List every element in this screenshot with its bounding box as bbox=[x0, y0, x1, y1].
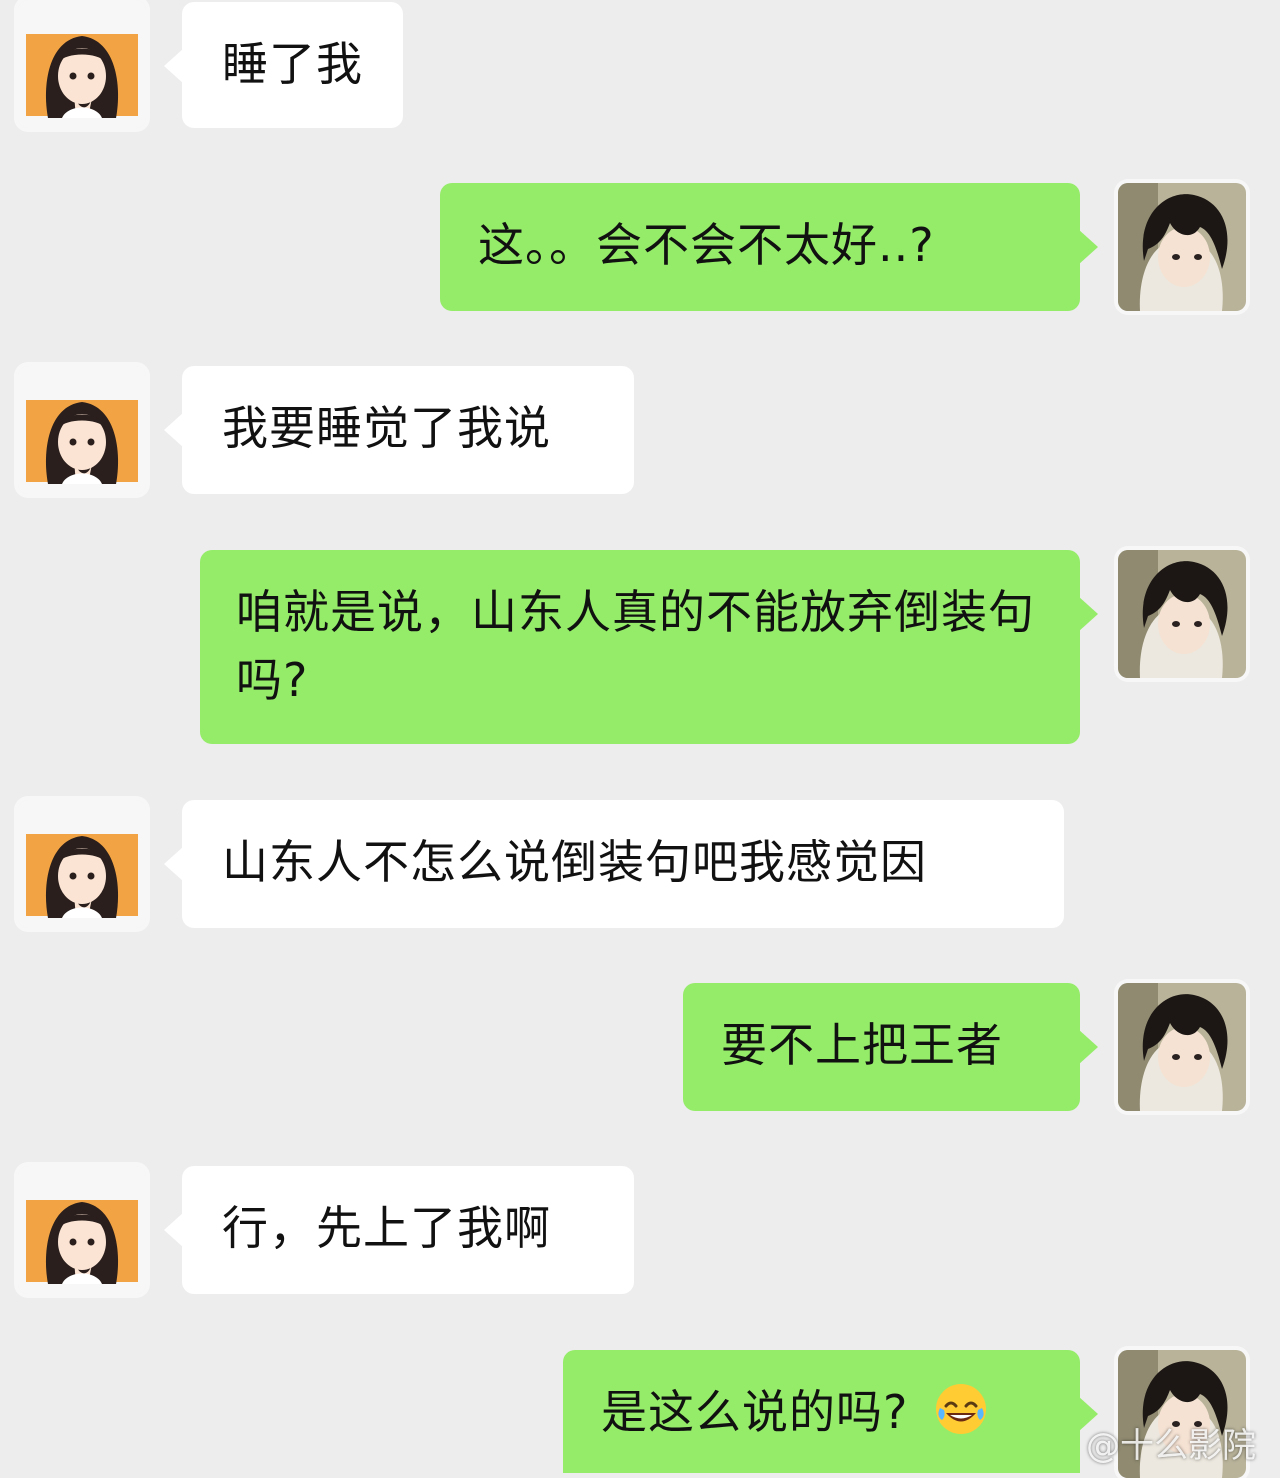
message-bubble-outgoing[interactable]: 这。。会不会不太好..? bbox=[440, 183, 1098, 311]
message-bubble-outgoing[interactable]: 咱就是说，山东人真的不能放弃倒装句吗? bbox=[200, 550, 1098, 744]
message-text: 我要睡觉了我说 bbox=[222, 401, 551, 455]
message-bubble-incoming[interactable]: 睡了我 bbox=[164, 2, 403, 128]
message-bubble-incoming[interactable]: 我要睡觉了我说 bbox=[164, 366, 634, 494]
chat-window: 睡了我 这。。会不会不太好..? 我要睡觉了我说 咱就是说，山东人真的不能放弃倒… bbox=[0, 0, 1280, 1478]
message-text: 睡了我 bbox=[222, 37, 363, 91]
message-bubble-incoming[interactable]: 行，先上了我啊 bbox=[164, 1166, 634, 1294]
bubble-tail bbox=[164, 48, 184, 84]
bubble-tail bbox=[164, 1212, 184, 1248]
message-text: 这。。会不会不太好..? bbox=[478, 218, 935, 272]
boy-avatar-icon[interactable] bbox=[1118, 550, 1246, 678]
message-bubble-incoming[interactable]: 山东人不怎么说倒装句吧我感觉因 bbox=[164, 800, 1064, 928]
bubble-tail bbox=[1078, 229, 1098, 265]
watermark-text: @十么影院 bbox=[1086, 1426, 1256, 1466]
girl-avatar-icon[interactable] bbox=[18, 0, 146, 128]
bubble-tail bbox=[164, 412, 184, 448]
boy-avatar-icon[interactable] bbox=[1118, 183, 1246, 311]
message-text: 山东人不怎么说倒装句吧我感觉因 bbox=[222, 835, 927, 889]
message-text: 咱就是说，山东人真的不能放弃倒装句吗? bbox=[236, 585, 1035, 707]
message-text: 是这么说的吗? bbox=[601, 1385, 909, 1439]
bubble-tail bbox=[164, 846, 184, 882]
bubble-tail bbox=[1078, 596, 1098, 632]
laughing-crying-emoji-icon bbox=[934, 1382, 988, 1436]
girl-avatar-icon[interactable] bbox=[18, 800, 146, 928]
message-bubble-outgoing[interactable]: 是这么说的吗? bbox=[563, 1350, 1098, 1473]
message-text: 行，先上了我啊 bbox=[222, 1201, 551, 1255]
message-text: 要不上把王者 bbox=[721, 1018, 1003, 1072]
girl-avatar-icon[interactable] bbox=[18, 366, 146, 494]
bubble-tail bbox=[1078, 1029, 1098, 1065]
boy-avatar-icon[interactable] bbox=[1118, 983, 1246, 1111]
girl-avatar-icon[interactable] bbox=[18, 1166, 146, 1294]
message-bubble-outgoing[interactable]: 要不上把王者 bbox=[683, 983, 1098, 1111]
